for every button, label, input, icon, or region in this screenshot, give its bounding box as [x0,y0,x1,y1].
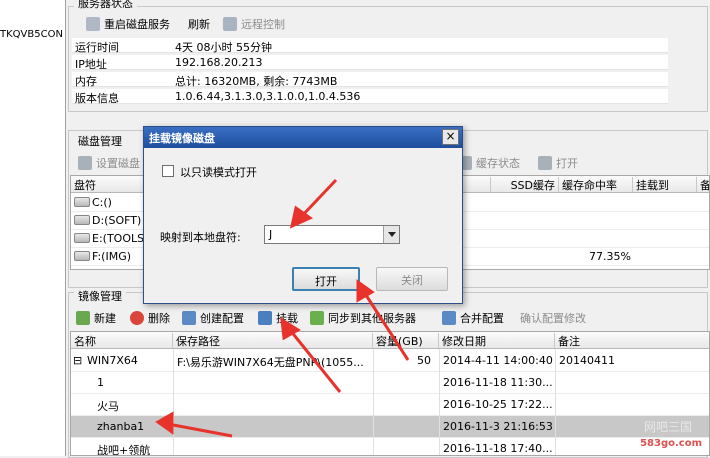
arrowhead-open [356,279,375,303]
arrow-to-mount-button [288,329,342,393]
watermark-site: 583go.com [640,438,702,449]
arrow-to-zhanba-row [167,422,233,438]
arrow-to-drive-select [298,178,338,220]
annotation-arrows [155,178,410,438]
arrowhead-row [155,411,174,435]
watermark-brand: 网吧三国 [643,420,692,434]
arrow-to-open-button [362,291,410,361]
